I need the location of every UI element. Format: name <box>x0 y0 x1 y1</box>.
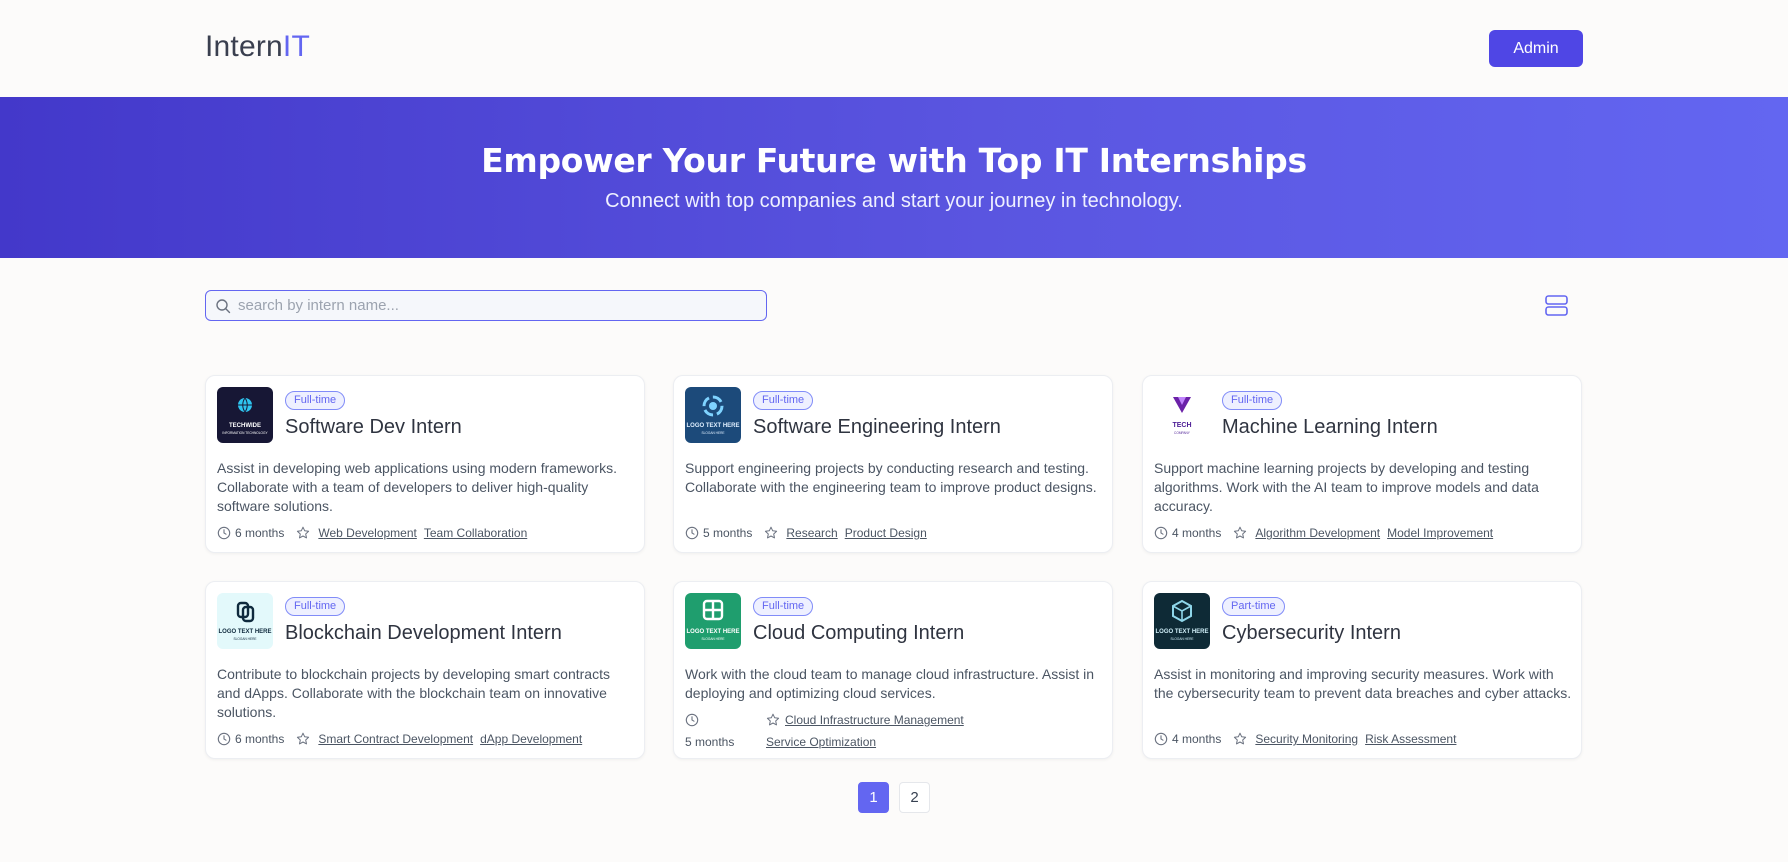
skill-tag-link[interactable]: Security Monitoring <box>1255 732 1358 746</box>
internship-title[interactable]: Blockchain Development Intern <box>285 622 562 645</box>
internship-description: Support engineering projects by conducti… <box>685 460 1097 495</box>
hero-subtitle: Connect with top companies and start you… <box>605 190 1183 212</box>
duration-text: 4 months <box>1172 526 1222 540</box>
clock-icon <box>217 732 231 746</box>
internship-meta: 4 months Algorithm Development Model Impr… <box>1154 526 1500 540</box>
search-icon <box>215 298 231 314</box>
internship-title[interactable]: Cloud Computing Intern <box>753 622 964 645</box>
hero-title: Empower Your Future with Top IT Internsh… <box>481 141 1307 180</box>
skill-tag-link[interactable]: Risk Assessment <box>1365 732 1456 746</box>
duration-text: 6 months <box>235 526 285 540</box>
skill-tags: Security Monitoring Risk Assessment <box>1255 732 1463 746</box>
internship-description: Work with the cloud team to manage cloud… <box>685 666 1095 701</box>
admin-button[interactable]: Admin <box>1489 30 1583 67</box>
internship-card[interactable]: TECHWIDE INFORMATION TECHNOLOGY Full-time… <box>205 375 645 553</box>
internship-card[interactable]: LOGO TEXT HERE SLOGAN HERE Part-time Cybe… <box>1142 581 1582 759</box>
search-box[interactable] <box>205 290 767 321</box>
skill-tags: Smart Contract Development dApp Developme… <box>318 732 589 746</box>
internship-title[interactable]: Machine Learning Intern <box>1222 416 1438 439</box>
skill-tags: Algorithm Development Model Improvement <box>1255 526 1500 540</box>
logo-text: TECH <box>1172 422 1191 429</box>
clock-icon <box>217 526 231 540</box>
skill-tags: Web Development Team Collaboration <box>318 526 534 540</box>
logo-slogan: SLOGAN HERE <box>1170 637 1193 641</box>
logo-slogan: SLOGAN HERE <box>233 637 256 641</box>
job-type-badge: Full-time <box>285 597 346 616</box>
company-logo: LOGO TEXT HERE SLOGAN HERE <box>685 593 741 649</box>
internship-card[interactable]: TECH COMPANY Full-time Machine Learning I… <box>1142 375 1582 553</box>
clock-icon <box>1154 526 1168 540</box>
internship-title[interactable]: Software Engineering Intern <box>753 416 1001 439</box>
internship-meta: 5 months Cloud Infrastructure Management S… <box>685 713 1103 753</box>
company-logo: LOGO TEXT HERE SLOGAN HERE <box>217 593 273 649</box>
job-type-badge: Full-time <box>1222 391 1283 410</box>
logo-text: TECHWIDE <box>229 423 261 429</box>
star-icon <box>296 526 310 540</box>
star-icon <box>766 713 780 727</box>
skill-tag-link[interactable]: Research <box>786 526 837 540</box>
duration-text: 5 months <box>685 735 735 749</box>
pagination: 1 2 <box>858 782 930 813</box>
brand-logo[interactable]: InternIT <box>205 30 310 64</box>
logo-text: LOGO TEXT HERE <box>218 629 271 635</box>
clock-icon <box>1154 732 1168 746</box>
internship-card[interactable]: LOGO TEXT HERE SLOGAN HERE Full-time Clou… <box>673 581 1113 759</box>
internship-description: Support machine learning projects by dev… <box>1154 460 1539 514</box>
skill-tag-link[interactable]: Smart Contract Development <box>318 732 473 746</box>
skill-tag-link[interactable]: Algorithm Development <box>1255 526 1380 540</box>
clock-icon <box>685 713 699 727</box>
company-logo: TECHWIDE INFORMATION TECHNOLOGY <box>217 387 273 443</box>
logo-text: LOGO TEXT HERE <box>1155 629 1208 635</box>
logo-slogan: COMPANY <box>1174 431 1191 435</box>
job-type-badge: Full-time <box>753 597 814 616</box>
skill-tag-link[interactable]: Team Collaboration <box>424 526 527 540</box>
company-logo: LOGO TEXT HERE SLOGAN HERE <box>685 387 741 443</box>
job-type-badge: Full-time <box>753 391 814 410</box>
internship-meta: 4 months Security Monitoring Risk Assessm… <box>1154 732 1463 746</box>
brand-accent: IT <box>282 30 310 63</box>
skill-tag-link[interactable]: Product Design <box>845 526 927 540</box>
skill-tag-link[interactable]: Model Improvement <box>1387 526 1493 540</box>
duration-text: 5 months <box>703 526 753 540</box>
job-type-badge: Part-time <box>1222 597 1285 616</box>
internship-description: Assist in monitoring and improving secur… <box>1154 666 1572 701</box>
company-logo: LOGO TEXT HERE SLOGAN HERE <box>1154 593 1210 649</box>
list-view-toggle-icon[interactable] <box>1544 293 1569 318</box>
skill-tag-link[interactable]: Service Optimization <box>766 735 876 749</box>
star-icon <box>296 732 310 746</box>
search-input[interactable] <box>238 297 738 314</box>
star-icon <box>1233 732 1247 746</box>
internship-meta: 6 months Smart Contract Development dApp … <box>217 732 589 746</box>
skill-tag-link[interactable]: Web Development <box>318 526 417 540</box>
page-button-2[interactable]: 2 <box>899 782 930 813</box>
skill-tags: Research Product Design <box>786 526 933 540</box>
brand-main: Intern <box>205 30 283 63</box>
top-bar: InternIT Admin <box>0 0 1788 97</box>
skill-tag-link[interactable]: dApp Development <box>480 732 582 746</box>
internship-title[interactable]: Cybersecurity Intern <box>1222 622 1401 645</box>
logo-slogan: INFORMATION TECHNOLOGY <box>222 431 268 435</box>
logo-text: LOGO TEXT HERE <box>686 423 739 429</box>
internship-meta: 5 months Research Product Design <box>685 526 934 540</box>
duration-text: 4 months <box>1172 732 1222 746</box>
internship-meta: 6 months Web Development Team Collaborati… <box>217 526 534 540</box>
logo-slogan: SLOGAN HERE <box>701 637 724 641</box>
duration-text: 6 months <box>235 732 285 746</box>
skill-tag-link[interactable]: Cloud Infrastructure Management <box>785 713 964 727</box>
logo-slogan: SLOGAN HERE <box>701 431 724 435</box>
page-button-1[interactable]: 1 <box>858 782 889 813</box>
clock-icon <box>685 526 699 540</box>
hero-banner: Empower Your Future with Top IT Internsh… <box>0 97 1788 258</box>
internship-card[interactable]: LOGO TEXT HERE SLOGAN HERE Full-time Bloc… <box>205 581 645 759</box>
internship-description: Contribute to blockchain projects by dev… <box>217 666 610 720</box>
internship-title[interactable]: Software Dev Intern <box>285 416 462 439</box>
logo-text: LOGO TEXT HERE <box>686 629 739 635</box>
internship-description: Assist in developing web applications us… <box>217 460 617 514</box>
star-icon <box>764 526 778 540</box>
company-logo: TECH COMPANY <box>1154 387 1210 443</box>
internship-card[interactable]: LOGO TEXT HERE SLOGAN HERE Full-time Soft… <box>673 375 1113 553</box>
job-type-badge: Full-time <box>285 391 346 410</box>
star-icon <box>1233 526 1247 540</box>
